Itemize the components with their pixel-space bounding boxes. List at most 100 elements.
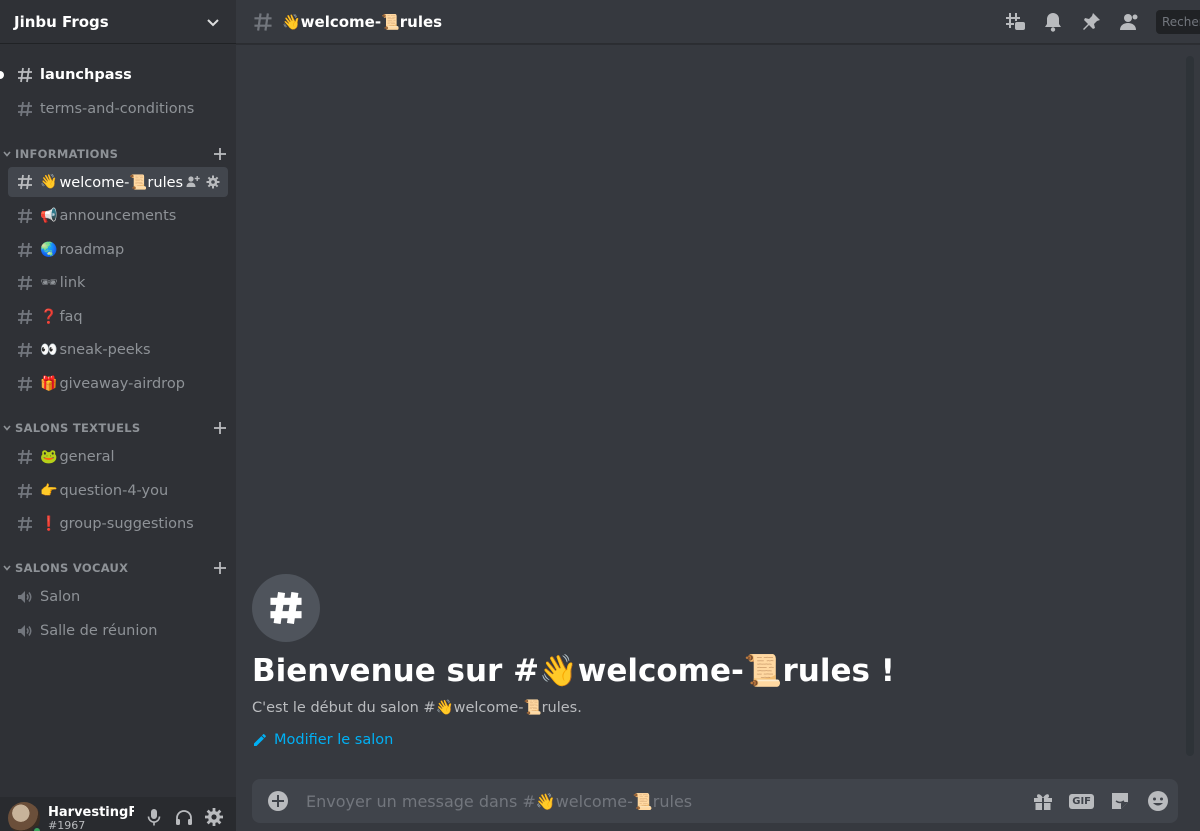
channel-label: Salle de réunion xyxy=(40,623,158,639)
emoji-icon[interactable] xyxy=(1146,789,1170,813)
gear-icon[interactable] xyxy=(204,807,224,827)
welcome-title: Bienvenue sur #👋welcome-📜rules ! xyxy=(252,653,895,689)
hashtag-icon xyxy=(18,449,32,465)
user-info[interactable]: HarvestingF... #1967 xyxy=(48,806,134,831)
speaker-icon xyxy=(18,625,32,637)
invite-icon[interactable] xyxy=(186,175,200,189)
channel-link[interactable]: 🕶 link xyxy=(8,268,228,298)
voice-channel-salon[interactable]: Salon xyxy=(8,582,228,612)
channel-giveaway-airdrop[interactable]: 🎁 giveaway-airdrop xyxy=(8,369,228,399)
channel-label: sneak-peeks xyxy=(59,342,151,358)
category-salons-vocaux[interactable]: SALONS VOCAUX xyxy=(2,559,228,577)
add-channel-icon[interactable] xyxy=(212,560,228,576)
channel-general[interactable]: 🐸 general xyxy=(8,442,228,472)
hashtag-icon xyxy=(254,12,272,31)
channel-emoji: 🎁 xyxy=(40,376,58,392)
hashtag-icon xyxy=(18,242,32,258)
channel-label: announcements xyxy=(59,208,177,224)
channel-faq[interactable]: ❓ faq xyxy=(8,302,228,332)
chevron-down-icon xyxy=(3,565,11,571)
channel-roadmap[interactable]: 🌏 roadmap xyxy=(8,235,228,265)
channel-emoji: 🌏 xyxy=(40,242,58,258)
edit-channel-label: Modifier le salon xyxy=(274,732,394,748)
hashtag-icon xyxy=(252,574,320,642)
channel-label: group-suggestions xyxy=(59,516,194,532)
voice-channel-salle-de-reunion[interactable]: Salle de réunion xyxy=(8,616,228,646)
hashtag-icon xyxy=(18,342,32,358)
channel-emoji: 🐸 xyxy=(40,449,58,465)
header-toolbar: Recherche xyxy=(1004,9,1200,34)
hashtag-icon xyxy=(18,67,32,83)
channel-label: question-4-you xyxy=(59,483,169,499)
chevron-down-icon xyxy=(3,425,11,431)
pencil-icon xyxy=(254,734,266,746)
online-status-dot xyxy=(32,826,42,831)
speaker-icon xyxy=(18,591,32,603)
category-label: SALONS VOCAUX xyxy=(15,561,129,575)
threads-icon[interactable] xyxy=(1004,11,1026,33)
scrollbar-track[interactable] xyxy=(1186,56,1194,756)
add-channel-icon[interactable] xyxy=(212,420,228,436)
channel-label: terms-and-conditions xyxy=(40,101,195,117)
channel-label: faq xyxy=(59,309,83,325)
channel-question-4-you[interactable]: 👉 question-4-you xyxy=(8,476,228,506)
channel-emoji: 📢 xyxy=(40,208,58,224)
user-controls xyxy=(144,807,224,827)
pin-icon[interactable] xyxy=(1080,11,1102,33)
channel-welcome: Bienvenue sur #👋welcome-📜rules ! C'est l… xyxy=(252,574,895,748)
category-informations[interactable]: INFORMATIONS xyxy=(2,145,228,163)
chevron-down-icon[interactable] xyxy=(204,13,222,31)
message-input[interactable] xyxy=(306,791,1006,811)
channel-emoji: 👉 xyxy=(40,483,58,499)
hashtag-icon xyxy=(18,516,32,532)
hashtag-icon xyxy=(18,208,32,224)
sticker-icon[interactable] xyxy=(1108,789,1132,813)
username: HarvestingF... xyxy=(48,806,134,819)
channel-announcements[interactable]: 📢 announcements xyxy=(8,201,228,231)
channel-launchpass[interactable]: launchpass xyxy=(0,60,228,90)
hashtag-icon xyxy=(18,275,32,291)
message-composer: GIF xyxy=(252,779,1178,823)
member-list-icon[interactable] xyxy=(1118,11,1140,33)
chevron-down-icon xyxy=(3,151,11,157)
gif-button[interactable]: GIF xyxy=(1069,793,1094,809)
hashtag-icon xyxy=(18,309,32,325)
add-channel-icon[interactable] xyxy=(212,146,228,162)
channel-title: 👋welcome-📜rules xyxy=(282,12,443,31)
user-panel: HarvestingF... #1967 xyxy=(0,797,236,831)
gift-icon[interactable] xyxy=(1031,789,1055,813)
hashtag-icon xyxy=(18,101,32,117)
hashtag-icon xyxy=(18,174,32,190)
server-header[interactable]: Jinbu Frogs xyxy=(0,0,236,44)
microphone-icon[interactable] xyxy=(144,807,164,827)
channel-emoji: 👋 xyxy=(40,174,58,190)
channel-label: link xyxy=(59,275,86,291)
search-input[interactable]: Recherche xyxy=(1156,9,1200,34)
user-discriminator: #1967 xyxy=(48,819,86,831)
category-label: INFORMATIONS xyxy=(15,147,119,161)
channel-emoji: 🕶 xyxy=(40,275,58,291)
channel-sidebar: Jinbu Frogs launchpass terms-and-conditi… xyxy=(0,0,236,831)
channel-header: 👋welcome-📜rules Recherche xyxy=(236,0,1200,44)
channel-emoji: ❓ xyxy=(40,309,58,325)
channel-sneak-peeks[interactable]: 👀 sneak-peeks xyxy=(8,335,228,365)
channel-label: general xyxy=(59,449,115,465)
channel-label: welcome-📜rules xyxy=(59,174,184,191)
headphones-icon[interactable] xyxy=(174,807,194,827)
channel-emoji: ❗ xyxy=(40,516,58,532)
channel-label: Salon xyxy=(40,589,81,605)
channel-emoji: 👀 xyxy=(40,342,58,358)
channel-group-suggestions[interactable]: ❗ group-suggestions xyxy=(8,509,228,539)
welcome-subtitle: C'est le début du salon #👋welcome-📜rules… xyxy=(252,700,582,716)
channel-welcome-rules[interactable]: 👋 welcome-📜rules xyxy=(8,167,228,197)
gear-icon[interactable] xyxy=(206,175,220,189)
avatar[interactable] xyxy=(8,802,42,831)
channel-label: roadmap xyxy=(59,242,125,258)
bell-icon[interactable] xyxy=(1042,11,1064,33)
channel-terms-and-conditions[interactable]: terms-and-conditions xyxy=(8,94,228,124)
composer-toolbar: GIF xyxy=(1031,789,1170,813)
edit-channel-link[interactable]: Modifier le salon xyxy=(252,732,895,748)
category-salons-textuels[interactable]: SALONS TEXTUELS xyxy=(2,419,228,437)
add-attachment-icon[interactable] xyxy=(266,789,290,813)
channel-label: launchpass xyxy=(40,67,132,83)
